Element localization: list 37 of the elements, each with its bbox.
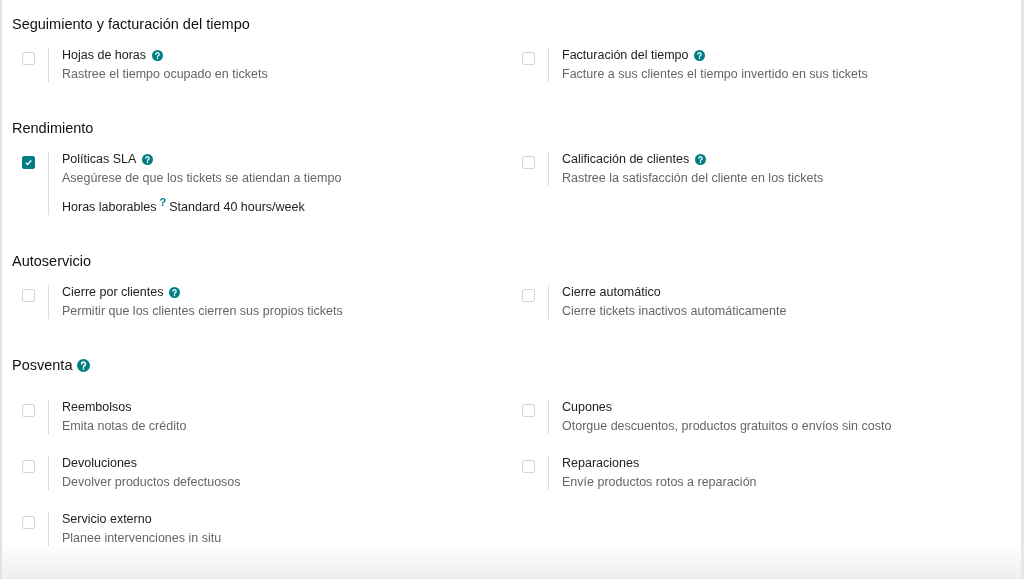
section-heading: Seguimiento y facturación del tiempo	[12, 16, 250, 32]
help-icon[interactable]	[694, 50, 706, 61]
setting-description: Facture a sus clientes el tiempo invertido en sus tickets	[562, 67, 868, 82]
setting-title: Devoluciones	[62, 456, 138, 471]
setting-title: Reparaciones	[562, 456, 640, 471]
checkbox[interactable]	[22, 156, 35, 169]
setting-title: Reembolsos	[62, 400, 132, 415]
setting-description: Rastree la satisfacción del cliente en los tickets	[562, 171, 824, 186]
setting-description: Asegúrese de que los tickets se atiendan a tiempo	[62, 171, 342, 186]
setting-description: Emita notas de crédito	[62, 419, 187, 434]
setting-description: Rastree el tiempo ocupado en tickets	[62, 67, 268, 82]
setting-description: Devolver productos defectuosos	[62, 475, 241, 490]
section-heading: Rendimiento	[12, 120, 94, 136]
setting-description: Otorgue descuentos, productos gratuitos o envíos sin costo	[562, 419, 892, 434]
setting-title: Servicio externo	[62, 512, 152, 527]
field-value[interactable]: Standard 40 hours/week	[169, 200, 305, 215]
help-icon[interactable]	[169, 287, 181, 298]
help-icon[interactable]	[77, 358, 91, 372]
check-icon	[24, 158, 33, 167]
help-icon[interactable]	[152, 50, 164, 61]
setting-title: Calificación de clientes	[562, 152, 690, 167]
help-icon[interactable]	[695, 154, 707, 165]
setting-description: Envíe productos rotos a reparación	[562, 475, 757, 490]
setting-title: Cupones	[562, 400, 613, 415]
setting-title: Hojas de horas	[62, 48, 147, 63]
section-heading: Autoservicio	[12, 253, 91, 269]
setting-title: Facturación del tiempo	[562, 48, 689, 63]
field-label: Horas laborables	[62, 200, 157, 215]
help-icon[interactable]	[142, 154, 154, 165]
help-mark[interactable]: ?	[159, 195, 167, 210]
section-heading: Posventa	[12, 357, 73, 373]
setting-title: Cierre por clientes	[62, 285, 164, 300]
setting-description: Planee intervenciones in situ	[62, 531, 222, 546]
setting-description: Cierre tickets inactivos automáticamente	[562, 304, 787, 319]
setting-title: Cierre automático	[562, 285, 661, 300]
setting-title: Políticas SLA	[62, 152, 137, 167]
setting-description: Permitir que los clientes cierren sus propios tickets	[62, 304, 343, 319]
